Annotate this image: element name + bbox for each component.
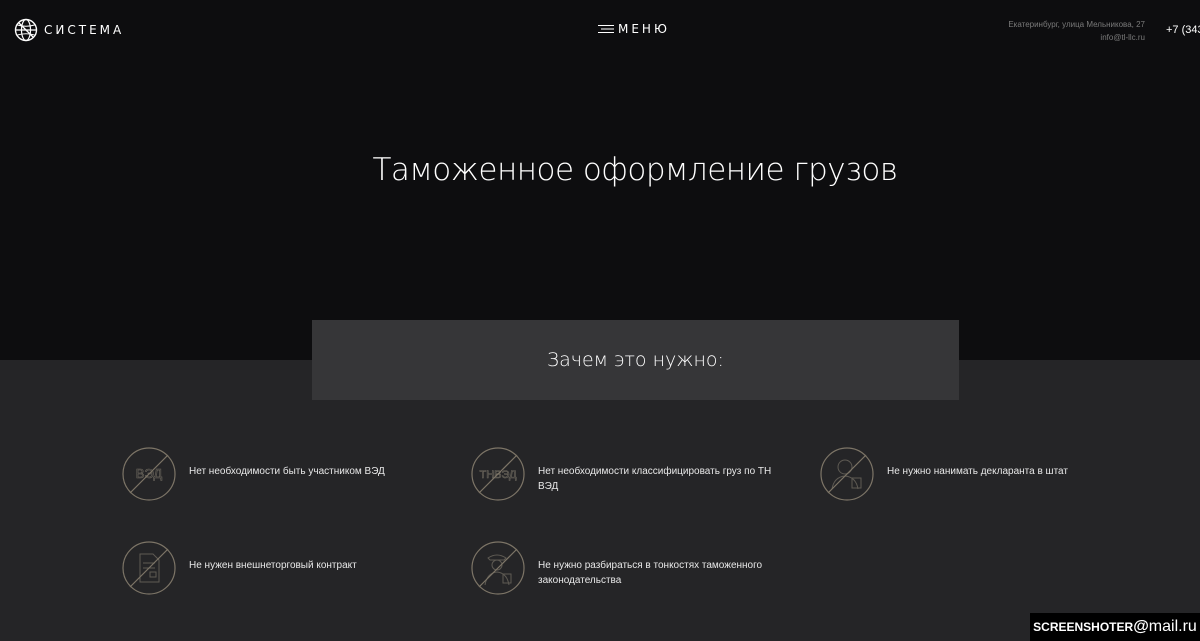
- watermark-right: mail.ru: [1148, 618, 1197, 635]
- menu-button[interactable]: МЕНЮ: [598, 22, 670, 36]
- feature-item: Не нужно нанимать декларанта в штат: [820, 447, 1120, 501]
- declarant-crossed-icon: [820, 447, 874, 501]
- feature-item: ВЭД Нет необходимости быть участником ВЭ…: [122, 447, 422, 501]
- page: СИСТЕМА МЕНЮ Екатеринбург, улица Мельник…: [0, 0, 1200, 641]
- logo[interactable]: СИСТЕМА: [14, 18, 124, 42]
- ved-crossed-icon: ВЭД: [122, 447, 176, 501]
- address-text: Екатеринбург, улица Мельникова, 27: [1008, 20, 1145, 29]
- phone-link[interactable]: +7 (343: [1166, 24, 1200, 36]
- watermark-at: @: [1133, 618, 1149, 635]
- feature-text: Не нужно разбираться в тонкостях таможен…: [538, 560, 763, 586]
- feature-text: Нет необходимости быть участником ВЭД: [189, 466, 385, 477]
- menu-icon: [598, 25, 614, 33]
- tnved-crossed-icon: ТНВЭД: [471, 447, 525, 501]
- contract-crossed-icon: [122, 541, 176, 595]
- logo-text: СИСТЕМА: [44, 23, 125, 37]
- globe-icon: [14, 18, 38, 42]
- watermark-left: SCREENSHOTER: [1033, 620, 1134, 634]
- feature-item: Не нужно разбираться в тонкостях таможен…: [471, 541, 791, 595]
- feature-item: ТНВЭД Нет необходимости классифицировать…: [471, 447, 791, 501]
- officer-crossed-icon: [471, 541, 525, 595]
- svg-text:ТНВЭД: ТНВЭД: [480, 469, 518, 481]
- contacts-block: Екатеринбург, улица Мельникова, 27 info@…: [1008, 18, 1145, 44]
- why-box: Зачем это нужно:: [312, 320, 959, 400]
- email-link[interactable]: info@tl-llc.ru: [1008, 31, 1145, 44]
- feature-text: Нет необходимости классифицировать груз …: [538, 466, 772, 492]
- watermark: SCREENSHOTER @ mail.ru: [1030, 613, 1200, 641]
- page-title: Таможенное оформление грузов: [372, 152, 898, 188]
- menu-label: МЕНЮ: [618, 22, 670, 36]
- feature-item: Не нужен внешнеторговый контракт: [122, 541, 422, 595]
- why-title: Зачем это нужно:: [547, 349, 724, 371]
- feature-text: Не нужен внешнеторговый контракт: [189, 560, 357, 571]
- feature-text: Не нужно нанимать декларанта в штат: [887, 466, 1068, 477]
- hero-section: СИСТЕМА МЕНЮ Екатеринбург, улица Мельник…: [0, 0, 1200, 360]
